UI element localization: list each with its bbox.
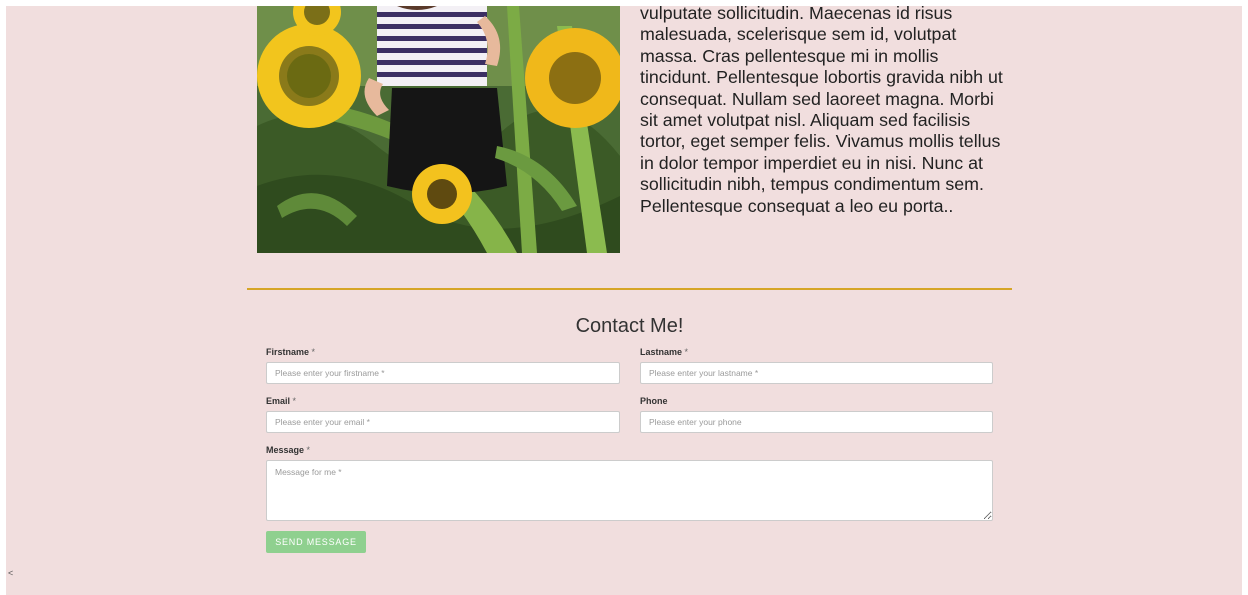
lastname-input[interactable] xyxy=(640,362,993,384)
section-divider xyxy=(247,288,1012,290)
message-textarea[interactable] xyxy=(266,460,993,521)
email-label-text: Email xyxy=(266,396,291,406)
sunflower-photo-illustration xyxy=(257,6,620,253)
message-required-mark: * xyxy=(306,445,311,455)
lastname-label-text: Lastname xyxy=(640,347,683,357)
send-message-button[interactable]: SEND MESSAGE xyxy=(266,531,366,553)
email-label: Email * xyxy=(266,396,296,406)
email-required-mark: * xyxy=(292,396,297,406)
contact-title: Contact Me! xyxy=(575,315,684,337)
firstname-required-mark: * xyxy=(311,347,316,357)
firstname-label: Firstname * xyxy=(266,347,315,357)
email-input[interactable] xyxy=(266,411,620,433)
phone-input[interactable] xyxy=(640,411,993,433)
message-label: Message * xyxy=(266,445,310,455)
sunflower-photo xyxy=(257,6,620,253)
lastname-required-mark: * xyxy=(684,347,689,357)
about-bio-text: vulputate sollicitudin. Maecenas id risu… xyxy=(640,6,1003,216)
page: vulputate sollicitudin. Maecenas id risu… xyxy=(6,6,1242,595)
message-label-text: Message xyxy=(266,445,305,455)
phone-label: Phone xyxy=(640,396,668,406)
firstname-input[interactable] xyxy=(266,362,620,384)
phone-label-text: Phone xyxy=(640,396,668,406)
lastname-label: Lastname * xyxy=(640,347,688,357)
corner-chevron-icon[interactable]: < xyxy=(8,568,13,578)
firstname-label-text: Firstname xyxy=(266,347,310,357)
